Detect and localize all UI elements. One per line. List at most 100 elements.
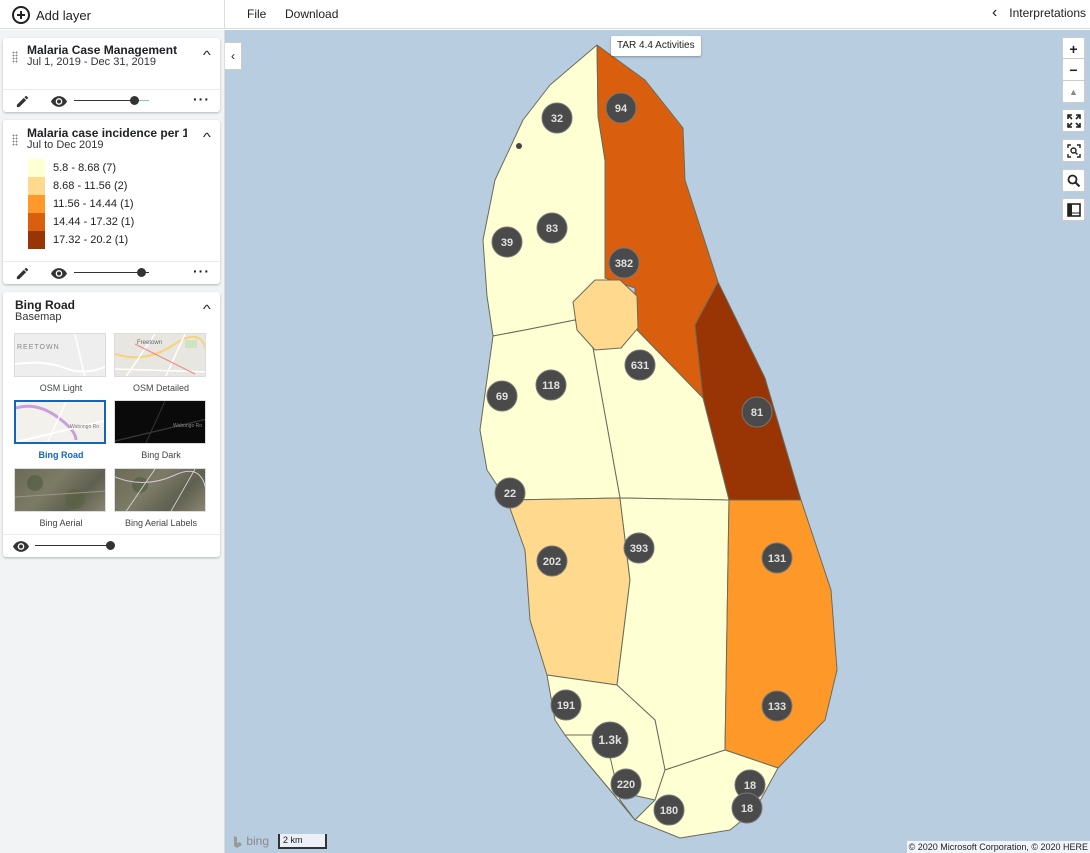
drag-handle-icon[interactable] bbox=[12, 51, 18, 63]
cluster-69[interactable]: 69 bbox=[486, 380, 518, 412]
drag-handle-icon[interactable] bbox=[12, 134, 18, 146]
legend-label: 17.32 - 20.2 (1) bbox=[53, 234, 129, 246]
basemap-card: Bing Road Basemap ^ REETOWN OSM Light Fr… bbox=[3, 292, 220, 557]
legend-item: 14.44 - 17.32 (1) bbox=[28, 213, 134, 231]
cluster-191[interactable]: 191 bbox=[550, 689, 582, 721]
layer-period: Jul to Dec 2019 bbox=[27, 139, 104, 151]
cluster-220[interactable]: 220 bbox=[610, 768, 642, 800]
zoom-to-extent-button[interactable] bbox=[1062, 139, 1085, 162]
cluster-count: 32 bbox=[551, 113, 563, 125]
legend-item: 5.8 - 8.68 (7) bbox=[28, 159, 116, 177]
add-layer-button[interactable]: Add layer bbox=[12, 5, 91, 25]
map-layer-label: TAR 4.4 Activities bbox=[611, 36, 701, 56]
zoom-extent-icon bbox=[1066, 143, 1081, 158]
layer-title: Malaria case incidence per 10… bbox=[27, 126, 187, 140]
cluster-94[interactable]: 94 bbox=[605, 92, 637, 124]
search-button[interactable] bbox=[1062, 169, 1085, 192]
visibility-eye-icon[interactable] bbox=[51, 268, 67, 279]
cluster-32[interactable]: 32 bbox=[541, 102, 573, 134]
basemap-label: Bing Road bbox=[38, 450, 84, 460]
basemap-option-bing-dark[interactable]: Wabongo Ro Bing Dark bbox=[114, 400, 208, 460]
choropleth-map[interactable]: 94 32 39 83 382 631 69 118 81 22 202 393 131 133 191 1.… bbox=[225, 30, 1090, 853]
opacity-slider-thumb[interactable] bbox=[130, 96, 139, 105]
map-attribution: © 2020 Microsoft Corporation, © 2020 HER… bbox=[906, 841, 1090, 853]
opacity-slider[interactable] bbox=[74, 267, 149, 279]
basemap-option-bing-aerial[interactable]: Bing Aerial bbox=[14, 468, 108, 528]
measure-button[interactable] bbox=[1062, 198, 1085, 221]
basemap-option-osm-light[interactable]: REETOWN OSM Light bbox=[14, 333, 108, 393]
basemap-option-bing-aerial-labels[interactable]: Bing Aerial Labels bbox=[114, 468, 208, 528]
cluster-18-bottom[interactable]: 18 bbox=[731, 792, 763, 824]
cluster-133[interactable]: 133 bbox=[761, 690, 793, 722]
legend-item: 17.32 - 20.2 (1) bbox=[28, 231, 128, 249]
zoom-in-button[interactable]: + bbox=[1062, 37, 1085, 60]
collapse-sidebar-button[interactable]: ‹ bbox=[225, 42, 242, 70]
layer-card-incidence: Malaria case incidence per 10… Jul to De… bbox=[3, 120, 220, 284]
interpretations-toggle[interactable]: ‹ Interpretations bbox=[991, 4, 1086, 21]
collapse-chevron-icon[interactable]: ^ bbox=[203, 130, 211, 144]
bing-aerial-thumbnail bbox=[14, 468, 106, 512]
visibility-eye-icon[interactable] bbox=[51, 96, 67, 107]
basemap-toolbar bbox=[3, 534, 220, 556]
zoom-out-button[interactable]: − bbox=[1062, 58, 1085, 81]
edit-pencil-icon[interactable] bbox=[15, 266, 30, 281]
collapse-chevron-icon[interactable]: ^ bbox=[203, 302, 211, 316]
map-view[interactable]: 94 32 39 83 382 631 69 118 81 22 202 393 131 133 191 1.… bbox=[225, 30, 1090, 853]
edit-pencil-icon[interactable] bbox=[15, 94, 30, 109]
district-polygon bbox=[724, 499, 838, 769]
cluster-202[interactable]: 202 bbox=[536, 545, 568, 577]
download-menu[interactable]: Download bbox=[285, 7, 338, 21]
opacity-slider-thumb[interactable] bbox=[106, 541, 115, 550]
osm-light-thumbnail: REETOWN bbox=[14, 333, 106, 377]
basemap-label: Bing Aerial Labels bbox=[124, 518, 198, 528]
search-icon bbox=[1067, 174, 1080, 187]
cluster-count: 133 bbox=[768, 701, 786, 713]
bing-label: bing bbox=[246, 834, 270, 848]
basemap-label: OSM Detailed bbox=[132, 383, 190, 393]
visibility-eye-icon[interactable] bbox=[13, 541, 29, 552]
basemap-opacity-slider[interactable] bbox=[35, 540, 115, 552]
cluster-83[interactable]: 83 bbox=[536, 212, 568, 244]
cluster-39[interactable]: 39 bbox=[491, 226, 523, 258]
cluster-count: 1.3k bbox=[598, 733, 622, 747]
file-menu[interactable]: File bbox=[247, 7, 266, 21]
cluster-count: 81 bbox=[751, 407, 763, 419]
cluster-393[interactable]: 393 bbox=[623, 532, 655, 564]
collapse-chevron-icon[interactable]: ^ bbox=[203, 48, 211, 62]
point-marker[interactable] bbox=[516, 143, 522, 149]
more-options-icon[interactable]: ··· bbox=[193, 264, 210, 278]
basemap-option-bing-road[interactable]: Wabongo Ro Bing Road bbox=[14, 400, 108, 460]
cluster-count: 393 bbox=[630, 543, 648, 555]
cluster-1-3k[interactable]: 1.3k bbox=[591, 721, 629, 759]
cluster-631[interactable]: 631 bbox=[624, 349, 656, 381]
cluster-count: 39 bbox=[501, 237, 513, 249]
cluster-count: 382 bbox=[615, 258, 633, 270]
cluster-382[interactable]: 382 bbox=[608, 247, 640, 279]
cluster-118[interactable]: 118 bbox=[535, 369, 567, 401]
basemap-option-osm-detailed[interactable]: Freetown OSM Detailed bbox=[114, 333, 208, 393]
cluster-180[interactable]: 180 bbox=[653, 794, 685, 826]
cluster-count: 118 bbox=[542, 380, 560, 392]
cluster-count: 131 bbox=[768, 553, 786, 565]
cluster-22[interactable]: 22 bbox=[494, 477, 526, 509]
opacity-slider[interactable] bbox=[74, 95, 149, 107]
legend-swatch bbox=[28, 177, 45, 195]
legend-label: 14.44 - 17.32 (1) bbox=[53, 216, 135, 228]
thumbnail-text: Freetown bbox=[137, 340, 163, 346]
district-polygon bbox=[506, 497, 631, 686]
fit-bounds-button[interactable] bbox=[1062, 109, 1085, 132]
cluster-81[interactable]: 81 bbox=[741, 396, 773, 428]
cluster-count: 69 bbox=[496, 391, 508, 403]
cluster-131[interactable]: 131 bbox=[761, 542, 793, 574]
legend-swatch bbox=[28, 213, 45, 231]
more-options-icon[interactable]: ··· bbox=[193, 92, 210, 106]
north-compass-button[interactable]: ▲ bbox=[1062, 80, 1085, 103]
legend-item: 8.68 - 11.56 (2) bbox=[28, 177, 127, 195]
legend-swatch bbox=[28, 159, 45, 177]
top-bar: Add layer File Download ‹ Interpretation… bbox=[0, 0, 1090, 29]
layer-card-toolbar: ··· bbox=[3, 89, 220, 111]
chevron-left-icon: ‹ bbox=[991, 4, 998, 21]
ruler-icon bbox=[1066, 202, 1081, 217]
opacity-slider-thumb[interactable] bbox=[137, 268, 146, 277]
basemap-label: Bing Dark bbox=[141, 450, 181, 460]
